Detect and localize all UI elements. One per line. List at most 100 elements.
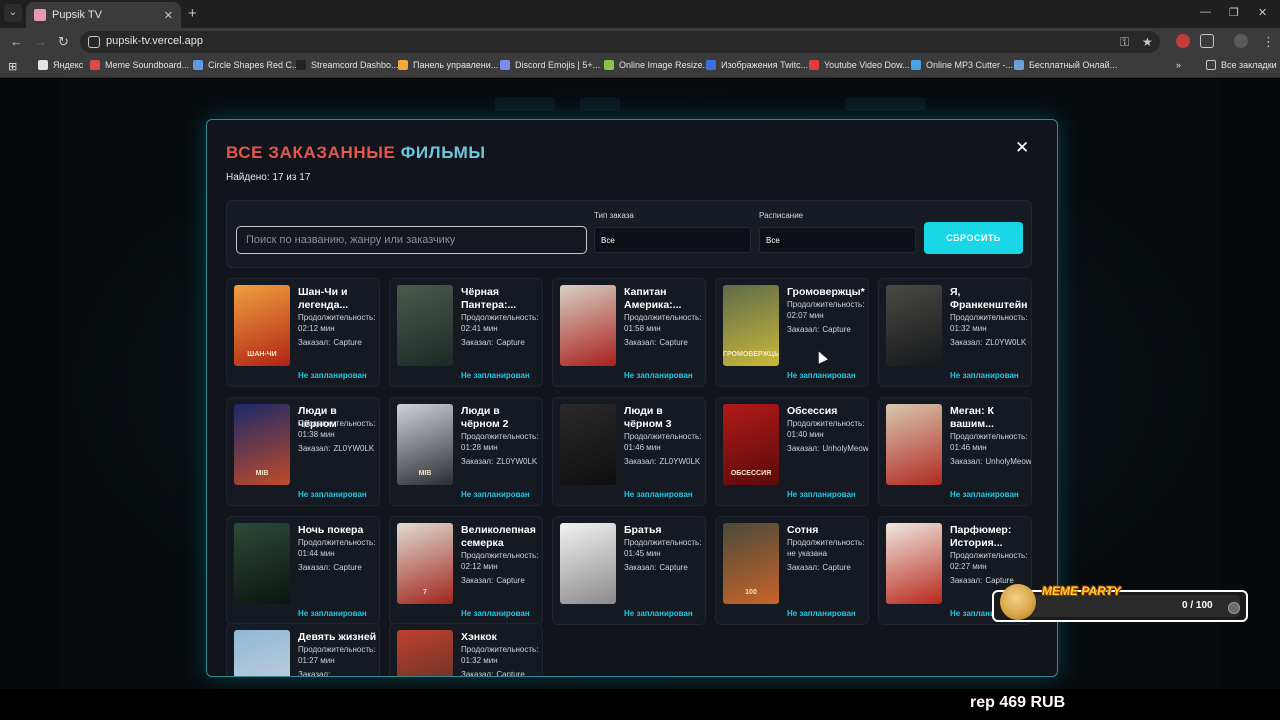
bookmark-item[interactable]: Яндекс xyxy=(38,60,83,70)
film-title: Люди в чёрном 3 xyxy=(624,405,672,430)
film-card[interactable]: 100 Сотня Продолжительность: не указана Зака… xyxy=(715,516,869,625)
browser-toolbar: ← → ↻ pupsik-tv.vercel.app ⚿ ★ ⋮ xyxy=(0,28,1280,56)
bookmark-item[interactable]: Streamcord Dashbo... xyxy=(296,60,399,70)
film-card[interactable]: ШАН-ЧИ Шан-Чи и легенда... Продолжительнос… xyxy=(226,278,380,387)
film-poster: 7 xyxy=(397,523,453,604)
tab-search-button[interactable]: ⌄ xyxy=(4,4,22,22)
browser-menu-icon[interactable]: ⋮ xyxy=(1262,34,1275,50)
apps-grid-icon[interactable]: ⊞ xyxy=(8,60,17,73)
film-card[interactable]: Ночь покера Продолжительность: 01:44 мин За… xyxy=(226,516,380,625)
film-card[interactable]: Меган: К вашим... Продолжительность: 01:46… xyxy=(878,397,1032,506)
duration-value: 01:32 мин xyxy=(950,323,987,333)
bookmark-label: Бесплатный Онлай... xyxy=(1029,60,1118,70)
bookmark-item[interactable]: Meme Soundboard... xyxy=(90,60,189,70)
film-duration: Продолжительность: не указана xyxy=(787,538,868,559)
ordered-by-value: Capture xyxy=(985,576,1014,585)
film-card[interactable]: Люди в чёрном 3 Продолжительность: 01:46 м… xyxy=(552,397,706,506)
film-duration: Продолжительность: 01:44 мин xyxy=(298,538,379,559)
meme-party-widget: MEME PARTY 0 / 100 xyxy=(992,584,1248,622)
film-card[interactable]: Чёрная Пантера:... Продолжительность: 02:4… xyxy=(389,278,543,387)
bookmark-item[interactable]: Панель управлени... xyxy=(398,60,498,70)
film-duration: Продолжительность: 02:27 мин xyxy=(950,551,1031,572)
ordered-by-value: Capture xyxy=(496,576,525,585)
duration-label: Продолжительность: xyxy=(950,313,1028,322)
reset-button[interactable]: СБРОСИТЬ xyxy=(924,222,1023,254)
back-button[interactable]: ← xyxy=(10,34,23,49)
film-duration: Продолжительность: 01:27 мин xyxy=(298,645,379,666)
film-card[interactable]: ГРОМОВЕРЖЦЫ Громовержцы* Продолжительность… xyxy=(715,278,869,387)
close-icon[interactable]: ✕ xyxy=(1015,138,1029,158)
duration-value: 02:27 мин xyxy=(950,561,987,571)
film-card[interactable]: 7 Великолепная семерка Продолжительность: 0… xyxy=(389,516,543,625)
bookmark-item[interactable]: Youtube Video Dow... xyxy=(809,60,910,70)
bookmark-favicon-icon xyxy=(38,60,48,70)
donation-ticker: rep 469 RUB xyxy=(970,694,1066,711)
bookmark-label: Discord Emojis | 5+... xyxy=(515,60,601,70)
duration-value: 02:12 мин xyxy=(461,561,498,571)
minimize-button[interactable]: — xyxy=(1200,6,1211,18)
film-duration: Продолжительность: 02:41 мин xyxy=(461,313,542,334)
address-bar[interactable]: pupsik-tv.vercel.app ⚿ ★ xyxy=(80,31,1160,53)
bookmark-item[interactable]: Online Image Resize... xyxy=(604,60,710,70)
reload-button[interactable]: ↻ xyxy=(58,34,69,50)
maximize-button[interactable]: ❐ xyxy=(1229,6,1239,19)
order-type-select[interactable]: Все xyxy=(594,227,751,253)
film-card[interactable]: Капитан Америка:... Продолжительность: 01:… xyxy=(552,278,706,387)
bookmark-star-icon[interactable]: ★ xyxy=(1142,35,1153,49)
search-input[interactable] xyxy=(236,226,587,254)
film-poster xyxy=(234,523,290,604)
tab-title: Pupsik TV xyxy=(52,9,102,21)
film-card[interactable]: Хэнкок Продолжительность: 01:32 мин Заказал… xyxy=(389,623,543,676)
film-status: Не запланирован xyxy=(787,490,856,499)
ordered-by-label: Заказал: xyxy=(950,576,983,585)
film-card[interactable]: ОБСЕССИЯ Обсессия Продолжительность: 01:40 … xyxy=(715,397,869,506)
ordered-by-label: Заказал: xyxy=(950,457,983,466)
film-card[interactable]: Братья Продолжительность: 01:45 мин Заказал… xyxy=(552,516,706,625)
new-tab-button[interactable]: + xyxy=(188,5,197,22)
ordered-films-modal: ВСЕ ЗАКАЗАННЫЕ ФИЛЬМЫ Найдено: 17 из 17 … xyxy=(206,119,1058,677)
schedule-select[interactable]: Все xyxy=(759,227,916,253)
profile-avatar[interactable] xyxy=(1234,34,1248,48)
film-poster: 100 xyxy=(723,523,779,604)
film-ordered-by: Заказал: ZL0YW0LK xyxy=(298,444,379,455)
duration-value: не указана xyxy=(787,548,828,558)
film-ordered-by: Заказал: Capture xyxy=(787,563,868,574)
tab-close-icon[interactable]: ✕ xyxy=(164,9,173,22)
bookmark-favicon-icon xyxy=(809,60,819,70)
bookmark-item[interactable]: Online MP3 Cutter -... xyxy=(911,60,1013,70)
bookmark-item[interactable]: Бесплатный Онлай... xyxy=(1014,60,1117,70)
forward-button[interactable]: → xyxy=(34,34,47,49)
film-poster: ОБСЕССИЯ xyxy=(723,404,779,485)
bookmark-favicon-icon xyxy=(398,60,408,70)
film-poster: MIB xyxy=(397,404,453,485)
duration-value: 01:40 мин xyxy=(787,429,824,439)
duration-value: 02:12 мин xyxy=(298,323,335,333)
film-poster xyxy=(397,630,453,676)
duration-label: Продолжительность: xyxy=(461,551,539,560)
close-window-button[interactable]: ✕ xyxy=(1258,6,1267,19)
film-card[interactable]: Девять жизней Продолжительность: 01:27 мин… xyxy=(226,623,380,676)
extensions-icon[interactable] xyxy=(1200,34,1214,48)
film-card[interactable]: Я, Франкенштейн Продолжительность: 01:32 м… xyxy=(878,278,1032,387)
duration-value: 01:46 мин xyxy=(950,442,987,452)
ordered-by-label: Заказал: xyxy=(624,563,657,572)
bookmark-item[interactable]: Circle Shapes Red C... xyxy=(193,60,300,70)
film-title: Шан-Чи и легенда... xyxy=(298,286,349,311)
bookmarks-overflow-icon[interactable]: » xyxy=(1176,60,1181,70)
extension-badge-icon[interactable] xyxy=(1176,34,1190,48)
bookmark-item[interactable]: Изображения Twitc... xyxy=(706,60,808,70)
film-ordered-by: Заказал: UnholyMeow xyxy=(950,457,1031,468)
ordered-by-value: Capture xyxy=(333,563,362,572)
password-key-icon[interactable]: ⚿ xyxy=(1120,35,1129,50)
poster-caption: 7 xyxy=(423,589,427,596)
film-duration: Продолжительность: 01:58 мин xyxy=(624,313,705,334)
bookmark-item[interactable]: Discord Emojis | 5+... xyxy=(500,60,600,70)
film-card[interactable]: MIB Люди в чёрном Продолжительность: 01:38 … xyxy=(226,397,380,506)
site-info-icon[interactable] xyxy=(88,36,100,48)
film-status: Не запланирован xyxy=(950,371,1019,380)
film-duration: Продолжительность: 01:28 мин xyxy=(461,432,542,453)
all-bookmarks-folder[interactable]: Все закладки xyxy=(1206,60,1277,70)
film-duration: Продолжительность: 02:07 мин xyxy=(787,300,868,321)
film-card[interactable]: MIB Люди в чёрном 2 Продолжительность: 01:2… xyxy=(389,397,543,506)
browser-tab[interactable]: Pupsik TV ✕ xyxy=(26,2,181,28)
